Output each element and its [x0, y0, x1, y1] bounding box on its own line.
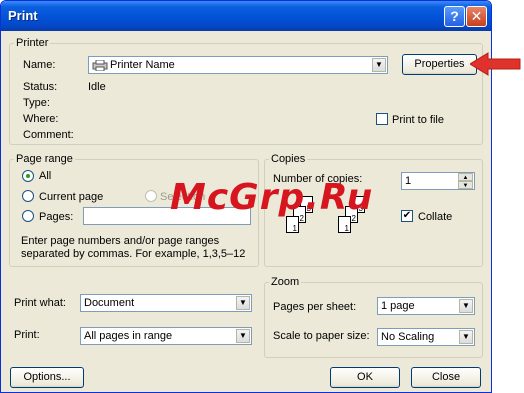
pages-per-sheet-select[interactable]: 1 page ▼	[377, 297, 475, 315]
printer-legend: Printer	[14, 37, 51, 50]
spin-up-icon[interactable]: ▲	[458, 173, 473, 181]
title-bar: Print ? ✕	[1, 1, 491, 31]
page-icon: 1	[338, 216, 351, 233]
all-pages-radio[interactable]	[22, 170, 34, 182]
pages-hint-line2: separated by commas. For example, 1,3,5–…	[21, 248, 246, 260]
chevron-down-icon: ▼	[372, 58, 386, 72]
help-button[interactable]: ?	[444, 6, 465, 27]
spin-down-icon[interactable]: ▼	[458, 181, 473, 189]
current-page-label: Current page	[39, 191, 104, 203]
print-to-file-checkbox[interactable]	[376, 113, 388, 125]
page-range-legend: Page range	[14, 153, 75, 166]
properties-button[interactable]: Properties	[402, 54, 477, 75]
pages-per-sheet-value: 1 page	[381, 300, 415, 312]
window-title: Print	[8, 8, 38, 23]
page-icon: 1	[286, 216, 299, 233]
printer-icon	[92, 59, 108, 72]
print-select[interactable]: All pages in range ▼	[80, 327, 252, 345]
watermark: McGrp.Ru	[170, 177, 374, 218]
printer-name-select[interactable]: Printer Name ▼	[88, 56, 388, 74]
copies-legend: Copies	[269, 153, 308, 166]
where-label: Where:	[23, 113, 59, 125]
status-label: Status:	[23, 81, 58, 93]
name-label: Name:	[23, 59, 56, 71]
chevron-down-icon: ▼	[236, 296, 250, 310]
print-value: All pages in range	[84, 330, 173, 342]
chevron-down-icon: ▼	[459, 299, 473, 313]
close-window-button[interactable]: ✕	[466, 6, 487, 27]
zoom-group: Zoom Pages per sheet: 1 page ▼ Scale to …	[264, 276, 483, 358]
print-what-value: Document	[84, 297, 135, 309]
pages-radio[interactable]	[22, 210, 34, 222]
type-label: Type:	[23, 97, 50, 109]
print-what-select[interactable]: Document ▼	[80, 294, 252, 312]
print-to-file-label: Print to file	[392, 114, 444, 126]
collate-label: Collate	[418, 211, 453, 223]
scale-value: No Scaling	[381, 331, 435, 343]
chevron-down-icon: ▼	[236, 329, 250, 343]
copies-value: 1	[405, 175, 412, 187]
ok-button[interactable]: OK	[330, 367, 400, 388]
pages-hint-line1: Enter page numbers and/or page ranges	[21, 235, 220, 247]
printer-group: Printer Name: Printer Name ▼ Properties …	[9, 37, 483, 145]
printer-name-value: Printer Name	[110, 59, 175, 71]
print-label: Print:	[14, 329, 40, 341]
scale-label: Scale to paper size:	[273, 330, 370, 342]
current-page-radio[interactable]	[22, 190, 34, 202]
options-button[interactable]: Options...	[10, 367, 84, 388]
pages-per-sheet-label: Pages per sheet:	[273, 301, 357, 313]
copies-spinner[interactable]: 1 ▲ ▼	[401, 172, 475, 190]
close-button[interactable]: Close	[411, 367, 481, 388]
pointer-arrow-icon	[470, 52, 521, 76]
pages-label: Pages:	[39, 211, 74, 223]
print-what-label: Print what:	[14, 297, 66, 309]
collate-checkbox[interactable]: ✔	[401, 210, 413, 222]
scale-select[interactable]: No Scaling ▼	[377, 328, 475, 346]
status-value: Idle	[88, 81, 106, 93]
selection-radio[interactable]	[145, 190, 157, 202]
chevron-down-icon: ▼	[459, 330, 473, 344]
zoom-legend: Zoom	[269, 276, 302, 289]
all-pages-label: All	[39, 170, 52, 182]
comment-label: Comment:	[23, 129, 74, 141]
